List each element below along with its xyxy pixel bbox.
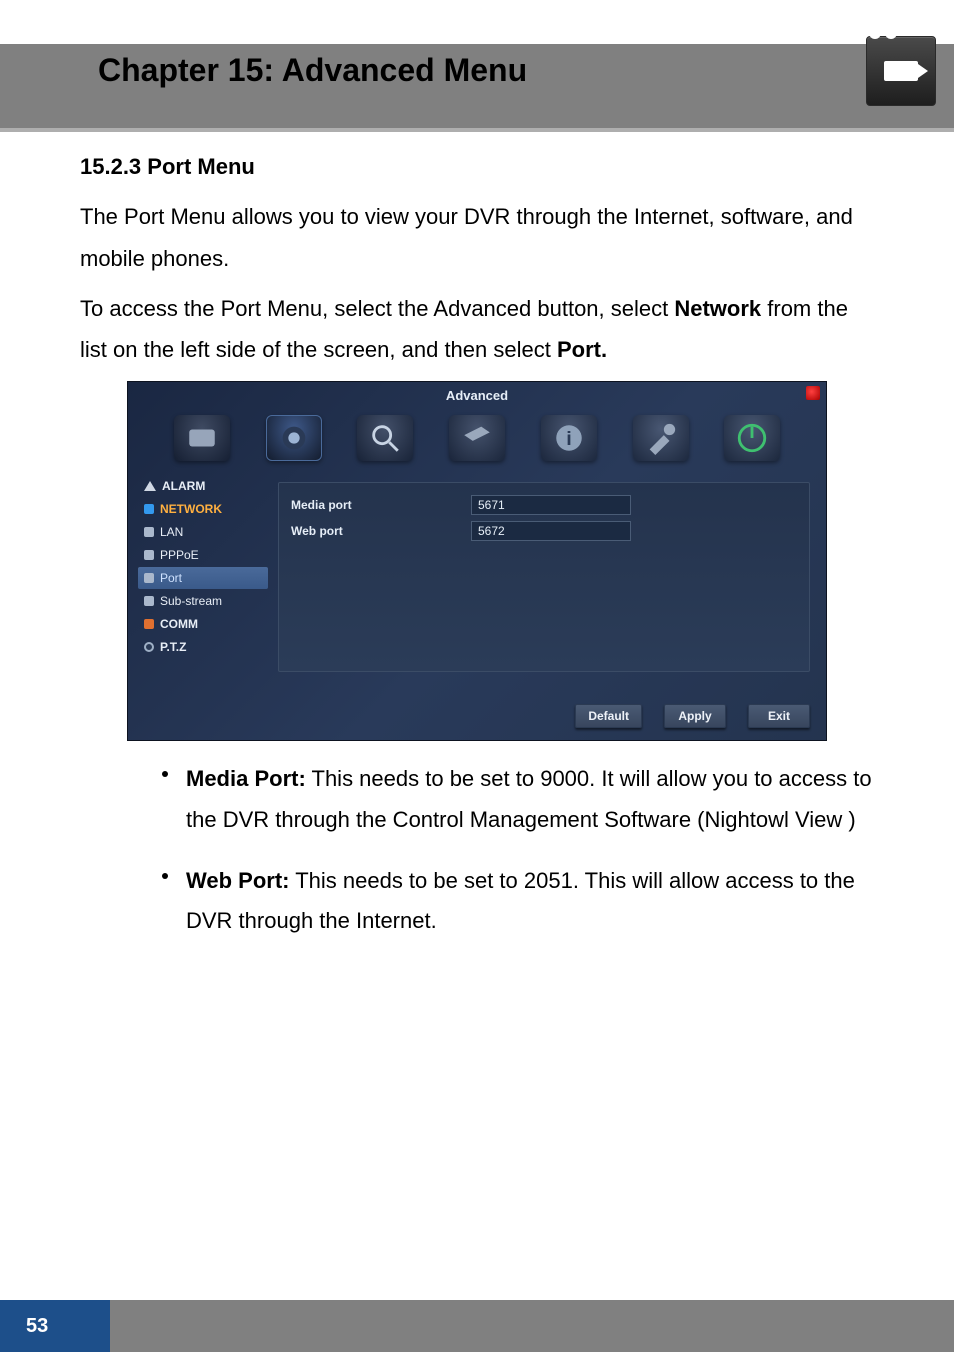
dvr-form-panel: Media port 5671 Web port 5672 <box>278 482 810 672</box>
bullet-icon <box>144 550 154 560</box>
list-text: Web Port: This needs to be set to 2051. … <box>186 861 874 942</box>
section-title: 15.2.3 Port Menu <box>80 154 874 180</box>
sidebar-item-pppoe[interactable]: PPPoE <box>138 544 268 566</box>
sidebar-label: PPPoE <box>160 548 199 562</box>
svg-text:i: i <box>566 428 572 450</box>
media-port-label: Media port <box>291 498 471 512</box>
page-number: 53 <box>0 1300 110 1352</box>
sidebar-item-comm[interactable]: COMM <box>138 613 268 635</box>
sidebar-item-port[interactable]: Port <box>138 567 268 589</box>
intro-paragraph-2: To access the Port Menu, select the Adva… <box>80 288 874 372</box>
sidebar-label: COMM <box>160 617 198 631</box>
sidebar-label: Sub-stream <box>160 594 222 608</box>
sidebar-item-network[interactable]: NETWORK <box>138 498 268 520</box>
media-port-strong: Media Port: <box>186 766 306 791</box>
search-icon[interactable] <box>357 415 413 461</box>
media-port-row: Media port 5671 <box>291 495 797 515</box>
footer-stripe <box>110 1300 954 1352</box>
web-port-row: Web port 5672 <box>291 521 797 541</box>
dvr-screenshot: Advanced i ALARM NETWORK LAN PPPoE Port … <box>127 381 827 741</box>
close-icon[interactable] <box>806 386 820 400</box>
intro-p2-bold1: Network <box>674 296 761 321</box>
chapter-title: Chapter 15: Advanced Menu <box>98 52 527 89</box>
sidebar-item-substream[interactable]: Sub-stream <box>138 590 268 612</box>
chapter-header: Chapter 15: Advanced Menu <box>0 0 954 132</box>
bullet-icon <box>144 527 154 537</box>
network-icon <box>144 504 154 514</box>
sidebar-label: P.T.Z <box>160 640 186 654</box>
list-item: Web Port: This needs to be set to 2051. … <box>162 861 874 942</box>
apply-button[interactable]: Apply <box>664 704 726 728</box>
tools-icon[interactable] <box>174 415 230 461</box>
sidebar-label: NETWORK <box>160 502 222 516</box>
hdd-icon[interactable] <box>449 415 505 461</box>
camera-icon[interactable] <box>266 415 322 461</box>
media-port-input[interactable]: 5671 <box>471 495 631 515</box>
web-port-label: Web port <box>291 524 471 538</box>
bullet-list: Media Port: This needs to be set to 9000… <box>162 759 874 942</box>
power-icon[interactable] <box>724 415 780 461</box>
sidebar-item-alarm[interactable]: ALARM <box>138 475 268 497</box>
bullet-icon <box>144 573 154 583</box>
default-button[interactable]: Default <box>575 704 642 728</box>
bullet-icon <box>144 596 154 606</box>
maintenance-icon[interactable] <box>633 415 689 461</box>
intro-p2-a: To access the Port Menu, select the Adva… <box>80 296 674 321</box>
sidebar-item-lan[interactable]: LAN <box>138 521 268 543</box>
list-text: Media Port: This needs to be set to 9000… <box>186 759 874 840</box>
dvr-sidebar: ALARM NETWORK LAN PPPoE Port Sub-stream … <box>138 474 268 659</box>
comm-icon <box>144 619 154 629</box>
intro-paragraph-1: The Port Menu allows you to view your DV… <box>80 196 874 280</box>
sidebar-label: Port <box>160 571 182 585</box>
dvr-window-title: Advanced <box>446 388 508 403</box>
web-port-strong: Web Port: <box>186 868 289 893</box>
bullet-dot-icon <box>162 771 168 777</box>
list-item: Media Port: This needs to be set to 9000… <box>162 759 874 840</box>
info-icon[interactable]: i <box>541 415 597 461</box>
web-port-input[interactable]: 5672 <box>471 521 631 541</box>
sidebar-item-ptz[interactable]: P.T.Z <box>138 636 268 658</box>
alarm-icon <box>144 481 156 491</box>
dvr-top-icon-row: i <box>128 408 826 468</box>
dvr-button-row: Default Apply Exit <box>575 704 810 728</box>
bullet-dot-icon <box>162 873 168 879</box>
ptz-icon <box>144 642 154 652</box>
exit-button[interactable]: Exit <box>748 704 810 728</box>
camera-corner-icon <box>866 36 936 106</box>
sidebar-label: LAN <box>160 525 183 539</box>
sidebar-label: ALARM <box>162 479 205 493</box>
intro-p2-bold2: Port. <box>557 337 607 362</box>
